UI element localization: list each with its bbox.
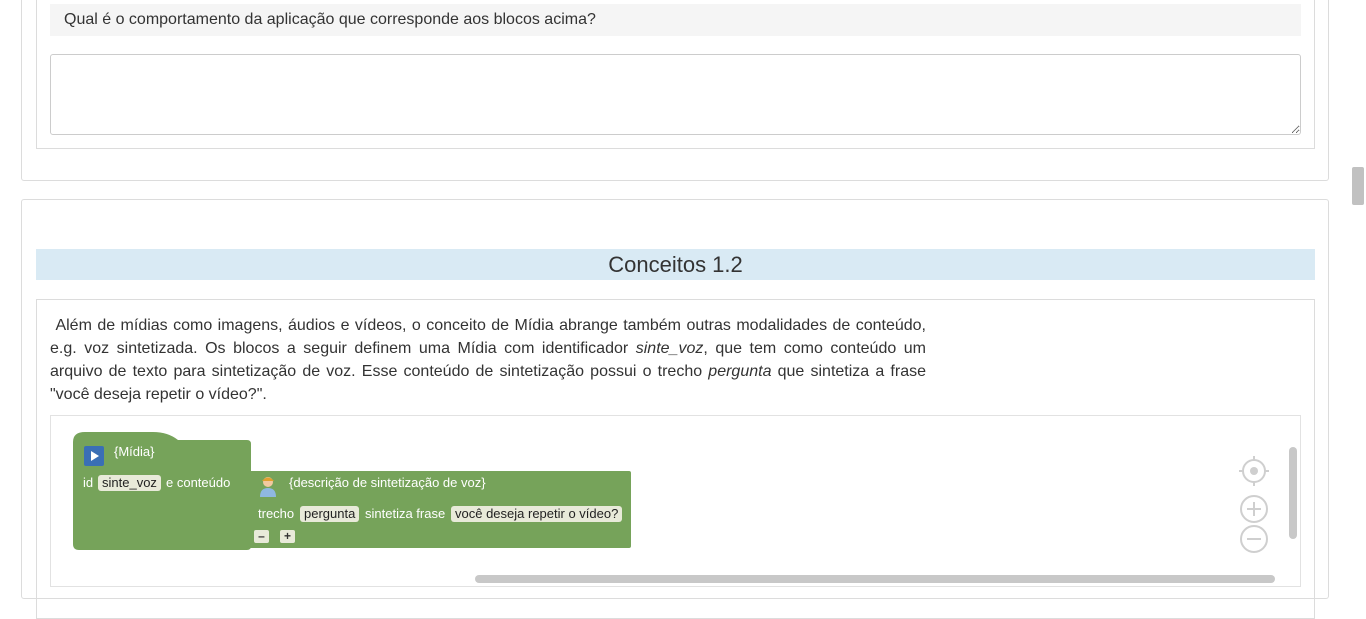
paragraph-trecho: pergunta — [708, 363, 772, 380]
question-card: Qual é o comportamento da aplicação que … — [21, 0, 1329, 181]
section-title: Conceitos 1.2 — [36, 249, 1315, 280]
recenter-icon[interactable] — [1239, 456, 1269, 486]
add-item-button[interactable]: + — [280, 530, 295, 543]
workspace-horizontal-scrollbar[interactable] — [475, 575, 1275, 583]
trecho-field[interactable]: pergunta — [300, 506, 360, 522]
zoom-out-icon[interactable] — [1239, 524, 1269, 554]
frase-field[interactable]: você deseja repetir o vídeo? — [451, 506, 623, 522]
trecho-label: trecho — [258, 506, 295, 521]
id-label: id — [83, 475, 94, 490]
remove-item-button[interactable]: – — [254, 530, 269, 543]
question-panel: Qual é o comportamento da aplicação que … — [36, 0, 1315, 149]
content-label: e conteúdo — [166, 475, 231, 490]
blocks-workspace[interactable]: {Mídia} id sinte_voz e conteúdo {descriç… — [50, 415, 1301, 587]
tts-block-label: {descrição de sintetização de voz} — [289, 475, 486, 490]
id-field[interactable]: sinte_voz — [98, 475, 161, 491]
workspace-vertical-scrollbar[interactable] — [1289, 447, 1297, 539]
zoom-in-icon[interactable] — [1239, 494, 1269, 524]
concept-content: Além de mídias como imagens, áudios e ví… — [36, 299, 1315, 619]
paragraph-identifier: sinte_voz — [635, 340, 704, 357]
concept-paragraph: Além de mídias como imagens, áudios e ví… — [50, 314, 926, 406]
frase-label: sintetiza frase — [365, 506, 446, 521]
media-block-label: {Mídia} — [114, 444, 155, 459]
person-icon — [260, 477, 276, 497]
page-scrollbar-thumb[interactable] — [1352, 167, 1364, 205]
concept-card: Conceitos 1.2 Além de mídias como imagen… — [21, 199, 1329, 619]
play-icon — [84, 446, 104, 466]
answer-textarea[interactable] — [50, 54, 1301, 135]
question-text: Qual é o comportamento da aplicação que … — [50, 4, 1301, 36]
